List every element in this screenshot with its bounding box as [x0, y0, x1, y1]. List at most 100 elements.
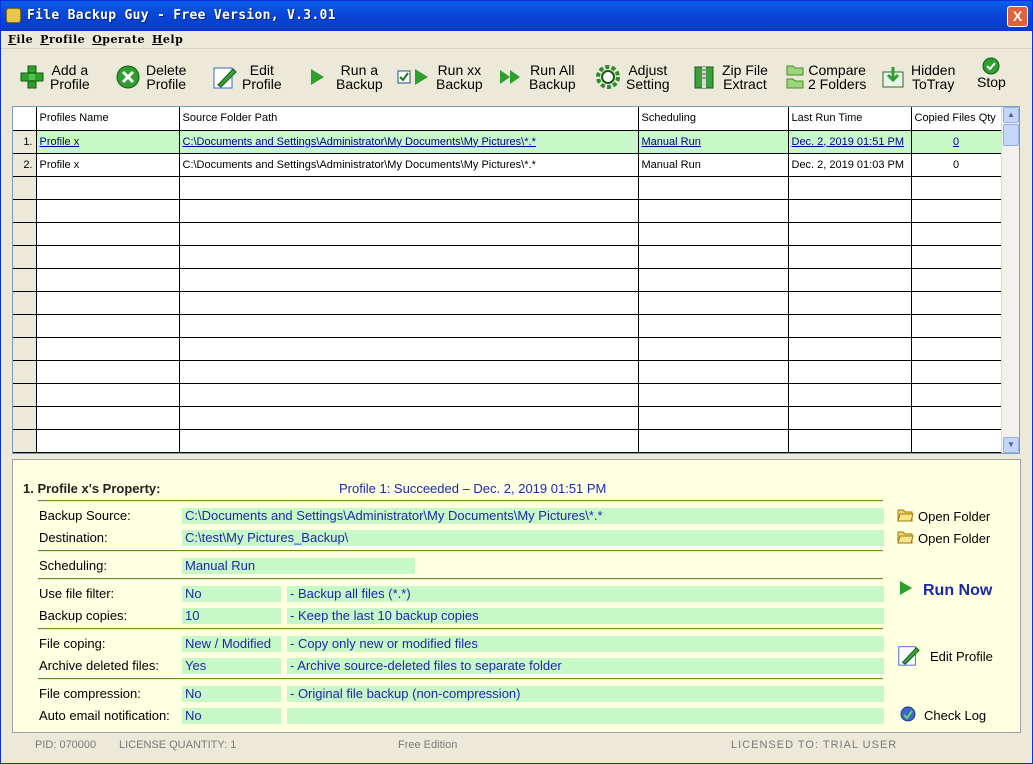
table-cell-empty[interactable]: [179, 199, 639, 223]
table-cell-empty[interactable]: [638, 199, 789, 223]
table-cell-empty[interactable]: [638, 268, 789, 292]
table-cell-empty[interactable]: [13, 383, 37, 407]
table-cell-empty[interactable]: [911, 199, 1002, 223]
run-xx-backup-button[interactable]: Run xx Backup: [397, 59, 483, 95]
table-row[interactable]: 2. Profile x C:\Documents and Settings\A…: [13, 153, 1002, 177]
add-profile-button[interactable]: Add a Profile: [19, 59, 90, 95]
table-cell-empty[interactable]: [36, 199, 180, 223]
table-cell-empty[interactable]: [638, 245, 789, 269]
table-cell-empty[interactable]: [36, 176, 180, 200]
table-cell-empty[interactable]: [638, 222, 789, 246]
table-cell-empty[interactable]: [13, 199, 37, 223]
table-cell-empty[interactable]: [911, 222, 1002, 246]
table-cell-empty[interactable]: [13, 360, 37, 384]
table-cell-empty[interactable]: [638, 337, 789, 361]
table-row-empty[interactable]: [13, 360, 1002, 384]
table-row-empty[interactable]: [13, 337, 1002, 361]
open-folder-dest-button[interactable]: Open Folder: [897, 529, 990, 547]
table-cell-empty[interactable]: [788, 268, 912, 292]
table-row-empty[interactable]: [13, 245, 1002, 269]
table-row-empty[interactable]: [13, 176, 1002, 200]
table-cell-empty[interactable]: [911, 406, 1002, 430]
header-scheduling[interactable]: Scheduling: [638, 107, 789, 131]
table-row-empty[interactable]: [13, 314, 1002, 338]
table-cell-empty[interactable]: [13, 222, 37, 246]
check-log-button[interactable]: Check Log: [900, 706, 986, 725]
delete-profile-button[interactable]: Delete Profile: [115, 59, 186, 95]
table-cell-empty[interactable]: [638, 360, 789, 384]
table-cell-empty[interactable]: [788, 383, 912, 407]
table-cell-empty[interactable]: [179, 314, 639, 338]
table-cell-empty[interactable]: [13, 176, 37, 200]
close-button[interactable]: X: [1007, 6, 1028, 27]
row-last-run[interactable]: Dec. 2, 2019 01:03 PM: [788, 153, 912, 177]
scroll-down-icon[interactable]: ▼: [1003, 437, 1019, 453]
edit-profile-link[interactable]: Edit Profile: [896, 643, 993, 670]
hidden-to-tray-button[interactable]: Hidden ToTray: [880, 59, 955, 95]
table-cell-empty[interactable]: [179, 360, 639, 384]
table-cell-empty[interactable]: [638, 429, 789, 453]
table-cell-empty[interactable]: [638, 291, 789, 315]
table-cell-empty[interactable]: [911, 245, 1002, 269]
row-profile-name[interactable]: Profile x: [36, 153, 180, 177]
table-cell-empty[interactable]: [788, 176, 912, 200]
adjust-setting-button[interactable]: Adjust Setting: [595, 59, 670, 95]
table-cell-empty[interactable]: [788, 291, 912, 315]
run-now-button[interactable]: Run Now: [899, 580, 992, 601]
table-cell-empty[interactable]: [788, 199, 912, 223]
edit-profile-button[interactable]: Edit Profile: [211, 59, 282, 95]
table-cell-empty[interactable]: [788, 222, 912, 246]
table-cell-empty[interactable]: [13, 268, 37, 292]
title-bar[interactable]: File Backup Guy - Free Version, V.3.01 X: [1, 1, 1032, 31]
table-cell-empty[interactable]: [179, 383, 639, 407]
header-source-path[interactable]: Source Folder Path: [179, 107, 639, 131]
table-cell-empty[interactable]: [638, 383, 789, 407]
table-cell-empty[interactable]: [13, 314, 37, 338]
table-row-empty[interactable]: [13, 199, 1002, 223]
profiles-table[interactable]: Profiles Name Source Folder Path Schedul…: [12, 106, 1020, 454]
table-cell-empty[interactable]: [788, 337, 912, 361]
zip-file-extract-button[interactable]: Zip File Extract: [691, 59, 768, 95]
run-backup-button[interactable]: Run a Backup: [305, 59, 383, 95]
menu-operate[interactable]: Operate: [92, 33, 145, 46]
table-cell-empty[interactable]: [638, 176, 789, 200]
table-cell-empty[interactable]: [13, 245, 37, 269]
row-source-path[interactable]: C:\Documents and Settings\Administrator\…: [179, 130, 639, 154]
row-profile-name[interactable]: Profile x: [36, 130, 180, 154]
scroll-up-icon[interactable]: ▲: [1003, 107, 1019, 123]
row-last-run[interactable]: Dec. 2, 2019 01:51 PM: [788, 130, 912, 154]
header-last-run[interactable]: Last Run Time: [788, 107, 912, 131]
table-row-empty[interactable]: [13, 222, 1002, 246]
table-cell-empty[interactable]: [36, 245, 180, 269]
row-source-path[interactable]: C:\Documents and Settings\Administrator\…: [179, 153, 639, 177]
table-cell-empty[interactable]: [911, 429, 1002, 453]
table-row-empty[interactable]: [13, 268, 1002, 292]
table-row[interactable]: 1. Profile x C:\Documents and Settings\A…: [13, 130, 1002, 154]
vertical-scrollbar[interactable]: ▲ ▼: [1001, 107, 1019, 453]
table-row-empty[interactable]: [13, 291, 1002, 315]
table-cell-empty[interactable]: [13, 406, 37, 430]
table-cell-empty[interactable]: [179, 222, 639, 246]
table-cell-empty[interactable]: [788, 429, 912, 453]
stop-button[interactable]: Stop: [977, 57, 1006, 93]
table-cell-empty[interactable]: [36, 383, 180, 407]
table-cell-empty[interactable]: [911, 268, 1002, 292]
table-cell-empty[interactable]: [36, 291, 180, 315]
table-cell-empty[interactable]: [179, 176, 639, 200]
compare-folders-button[interactable]: Compare 2 Folders: [785, 59, 866, 95]
table-cell-empty[interactable]: [788, 406, 912, 430]
table-cell-empty[interactable]: [179, 429, 639, 453]
table-cell-empty[interactable]: [788, 314, 912, 338]
table-cell-empty[interactable]: [911, 314, 1002, 338]
table-cell-empty[interactable]: [179, 406, 639, 430]
table-row-empty[interactable]: [13, 429, 1002, 453]
menu-profile[interactable]: Profile: [40, 33, 85, 46]
table-cell-empty[interactable]: [179, 337, 639, 361]
menu-file[interactable]: File: [8, 33, 33, 46]
table-cell-empty[interactable]: [179, 268, 639, 292]
table-cell-empty[interactable]: [911, 291, 1002, 315]
table-cell-empty[interactable]: [13, 429, 37, 453]
table-cell-empty[interactable]: [788, 360, 912, 384]
table-cell-empty[interactable]: [36, 268, 180, 292]
table-cell-empty[interactable]: [911, 337, 1002, 361]
